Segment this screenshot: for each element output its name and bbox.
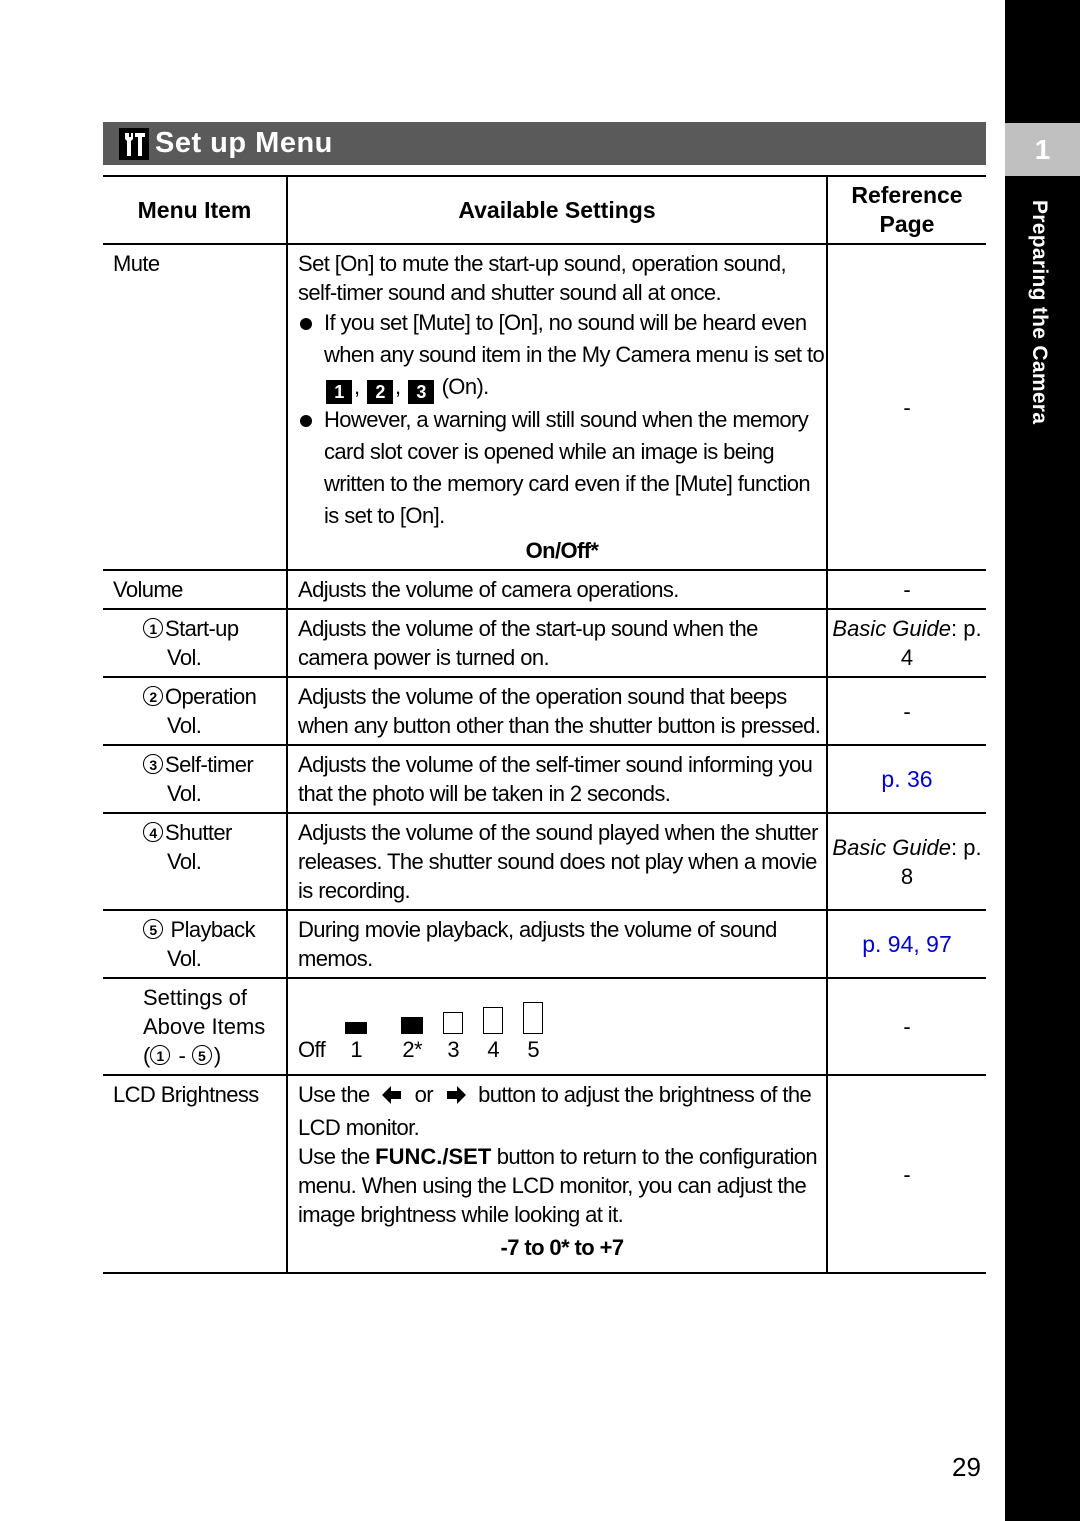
header-menu-item: Menu Item xyxy=(103,175,287,245)
table-row-lcd-brightness: LCD Brightness Use the or button to adju… xyxy=(103,1074,986,1274)
chapter-title[interactable]: Preparing the Camera xyxy=(1027,200,1051,424)
page-number: 29 xyxy=(952,1452,981,1482)
menu-item-playback-vol: 5 Playback Vol. xyxy=(103,909,287,978)
settings-above-ref: - xyxy=(826,977,986,1075)
volume-ref: - xyxy=(826,569,986,609)
volume-bar-icon xyxy=(523,1001,544,1034)
volume-level-1: 1 xyxy=(345,1021,368,1062)
operation-vol-description: Adjusts the volume of the operation soun… xyxy=(286,676,827,745)
header-available-settings: Available Settings xyxy=(286,175,827,245)
volume-levels-cell: Off 1 2* 3 4 5 xyxy=(286,977,827,1075)
func-set-button-label: FUNC./SET xyxy=(375,1144,492,1169)
menu-item-volume: Volume xyxy=(103,569,287,609)
chapter-number[interactable]: 1 xyxy=(1005,123,1080,176)
shutter-vol-ref[interactable]: Basic Guide: p. 8 xyxy=(826,812,986,910)
lcd-ref: - xyxy=(826,1074,986,1274)
menu-item-startup-vol: 1 Start-up Vol. xyxy=(103,608,287,677)
table-row-shutter-vol: 4 Shutter Vol. Adjusts the volume of the … xyxy=(103,812,986,910)
lcd-brightness-settings: Use the or button to adjust the brightne… xyxy=(286,1074,827,1274)
volume-bar-icon xyxy=(483,1006,504,1034)
bullet-icon xyxy=(300,318,312,330)
volume-level-2: 2* xyxy=(401,1016,424,1062)
my-camera-theme-3-icon: 3 xyxy=(408,380,435,404)
startup-vol-description: Adjusts the volume of the start-up sound… xyxy=(286,608,827,677)
circled-number-icon: 1 xyxy=(143,618,163,638)
volume-level-5: 5 xyxy=(523,1001,544,1062)
section-title-bar: Set up Menu xyxy=(103,122,986,165)
volume-level-scale: Off 1 2* 3 4 5 xyxy=(298,992,826,1062)
menu-item-selftimer-vol: 3 Self-timer Vol. xyxy=(103,744,287,813)
circled-number-icon: 5 xyxy=(143,919,163,939)
page-link[interactable]: p. 94, 97 xyxy=(862,931,952,957)
table-row-startup-vol: 1 Start-up Vol. Adjusts the volume of the… xyxy=(103,608,986,677)
menu-item-settings-above: Settings of Above Items (1 - 5) xyxy=(103,977,287,1075)
menu-item-mute: Mute xyxy=(103,243,287,570)
lcd-line-1: Use the or button to adjust the brightne… xyxy=(298,1082,812,1140)
lcd-setting-values: -7 to 0* to +7 xyxy=(500,1235,624,1260)
volume-level-off: Off xyxy=(298,1036,326,1062)
selftimer-vol-ref: p. 36 xyxy=(826,744,986,813)
mute-setting-values: On/Off* xyxy=(525,538,599,563)
setup-menu-table: Menu Item Available Settings Reference P… xyxy=(103,175,986,1274)
volume-bar-icon xyxy=(443,1011,464,1034)
volume-bar-icon xyxy=(401,1016,424,1034)
selftimer-vol-description: Adjusts the volume of the self-timer sou… xyxy=(286,744,827,813)
section-title: Set up Menu xyxy=(155,127,333,159)
circled-number-icon: 4 xyxy=(143,822,163,842)
lcd-line-2: Use the FUNC./SET button to return to th… xyxy=(298,1144,818,1227)
table-row-mute: Mute Set [On] to mute the start-up sound… xyxy=(103,243,986,570)
right-arrow-icon xyxy=(445,1084,467,1113)
mute-ref: - xyxy=(826,243,986,570)
circled-number-icon: 2 xyxy=(143,686,163,706)
table-row-selftimer-vol: 3 Self-timer Vol. Adjusts the volume of t… xyxy=(103,744,986,813)
mute-bullet-2: However, a warning will still sound when… xyxy=(298,404,826,532)
chapter-sidebar: 1 Preparing the Camera xyxy=(1005,0,1080,1521)
table-row-settings-above: Settings of Above Items (1 - 5) Off 1 2*… xyxy=(103,977,986,1075)
table-row-volume: Volume Adjusts the volume of camera oper… xyxy=(103,569,986,609)
volume-level-3: 3 xyxy=(443,1011,464,1062)
wrench-icon xyxy=(119,127,149,160)
table-header-row: Menu Item Available Settings Reference P… xyxy=(103,175,986,245)
menu-item-lcd-brightness: LCD Brightness xyxy=(103,1074,287,1274)
mute-description: Set [On] to mute the start-up sound, ope… xyxy=(298,251,787,305)
volume-bar-icon xyxy=(345,1021,368,1034)
playback-vol-description: During movie playback, adjusts the volum… xyxy=(286,909,827,978)
header-reference-page: Reference Page xyxy=(826,175,986,245)
table-row-operation-vol: 2 Operation Vol. Adjusts the volume of th… xyxy=(103,676,986,745)
my-camera-theme-1-icon: 1 xyxy=(326,380,352,404)
volume-level-4: 4 xyxy=(483,1006,504,1062)
menu-item-operation-vol: 2 Operation Vol. xyxy=(103,676,287,745)
circled-number-icon: 3 xyxy=(143,754,163,774)
circled-number-icon: 1 xyxy=(150,1045,171,1065)
table-row-playback-vol: 5 Playback Vol. During movie playback, a… xyxy=(103,909,986,978)
my-camera-theme-2-icon: 2 xyxy=(367,380,394,404)
startup-vol-ref[interactable]: Basic Guide: p. 4 xyxy=(826,608,986,677)
left-arrow-icon xyxy=(381,1084,403,1113)
page-link[interactable]: p. 36 xyxy=(881,766,932,792)
mute-settings: Set [On] to mute the start-up sound, ope… xyxy=(286,243,827,570)
playback-vol-ref: p. 94, 97 xyxy=(826,909,986,978)
bullet-icon xyxy=(300,415,312,427)
mute-bullet-1: If you set [Mute] to [On], no sound will… xyxy=(298,307,826,404)
volume-description: Adjusts the volume of camera operations. xyxy=(286,569,827,609)
shutter-vol-description: Adjusts the volume of the sound played w… xyxy=(286,812,827,910)
circled-number-icon: 5 xyxy=(191,1045,212,1065)
operation-vol-ref: - xyxy=(826,676,986,745)
menu-item-shutter-vol: 4 Shutter Vol. xyxy=(103,812,287,910)
